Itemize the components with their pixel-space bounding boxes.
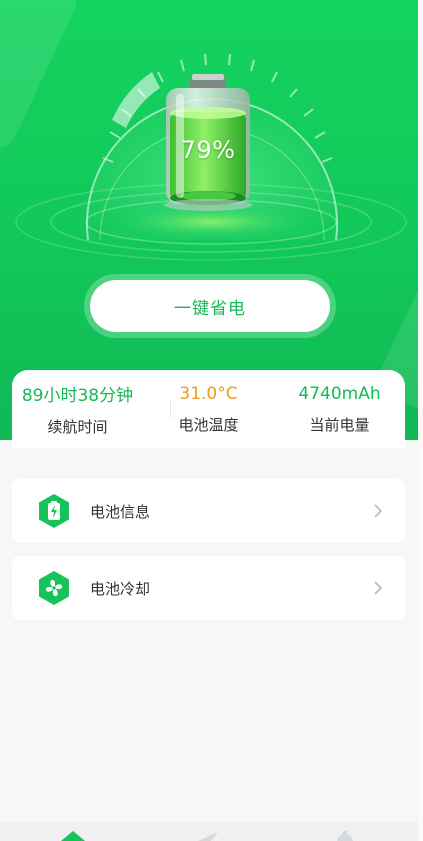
battery-percent-label: 79% bbox=[180, 136, 236, 164]
one-click-save-power-button[interactable]: 一键省电 bbox=[90, 280, 330, 332]
menu-item-battery-cooling-label: 电池冷却 bbox=[90, 579, 151, 598]
stat-capacity-label: 当前电量 bbox=[309, 415, 370, 434]
bottom-tab-bar bbox=[0, 822, 423, 841]
fan-icon bbox=[36, 570, 72, 606]
battery-stats-panel: 89小时38分钟 续航时间 31.0°C 电池温度 4740mAh 当前电量 bbox=[12, 370, 405, 448]
stat-temperature-value: 31.0°C bbox=[179, 383, 238, 404]
battery-info-icon bbox=[36, 493, 72, 529]
chevron-right-icon bbox=[374, 504, 383, 518]
menu-item-battery-info-label: 电池信息 bbox=[90, 502, 151, 521]
home-icon[interactable] bbox=[58, 830, 88, 841]
stat-capacity: 4740mAh 当前电量 bbox=[274, 370, 405, 448]
menu-item-battery-cooling[interactable]: 电池冷却 bbox=[12, 556, 405, 620]
stat-runtime-value: 89小时38分钟 bbox=[21, 386, 134, 406]
settings-icon[interactable] bbox=[332, 830, 358, 841]
stat-temperature-label: 电池温度 bbox=[178, 415, 239, 434]
stat-runtime: 89小时38分钟 续航时间 bbox=[12, 370, 143, 448]
stat-runtime-label: 续航时间 bbox=[47, 418, 108, 436]
menu-item-battery-info[interactable]: 电池信息 bbox=[12, 479, 405, 543]
screen-edge bbox=[418, 0, 423, 841]
stat-capacity-value: 4740mAh bbox=[298, 383, 381, 404]
chevron-right-icon bbox=[374, 581, 383, 595]
stat-temperature: 31.0°C 电池温度 bbox=[143, 370, 274, 448]
send-icon[interactable] bbox=[194, 830, 220, 841]
